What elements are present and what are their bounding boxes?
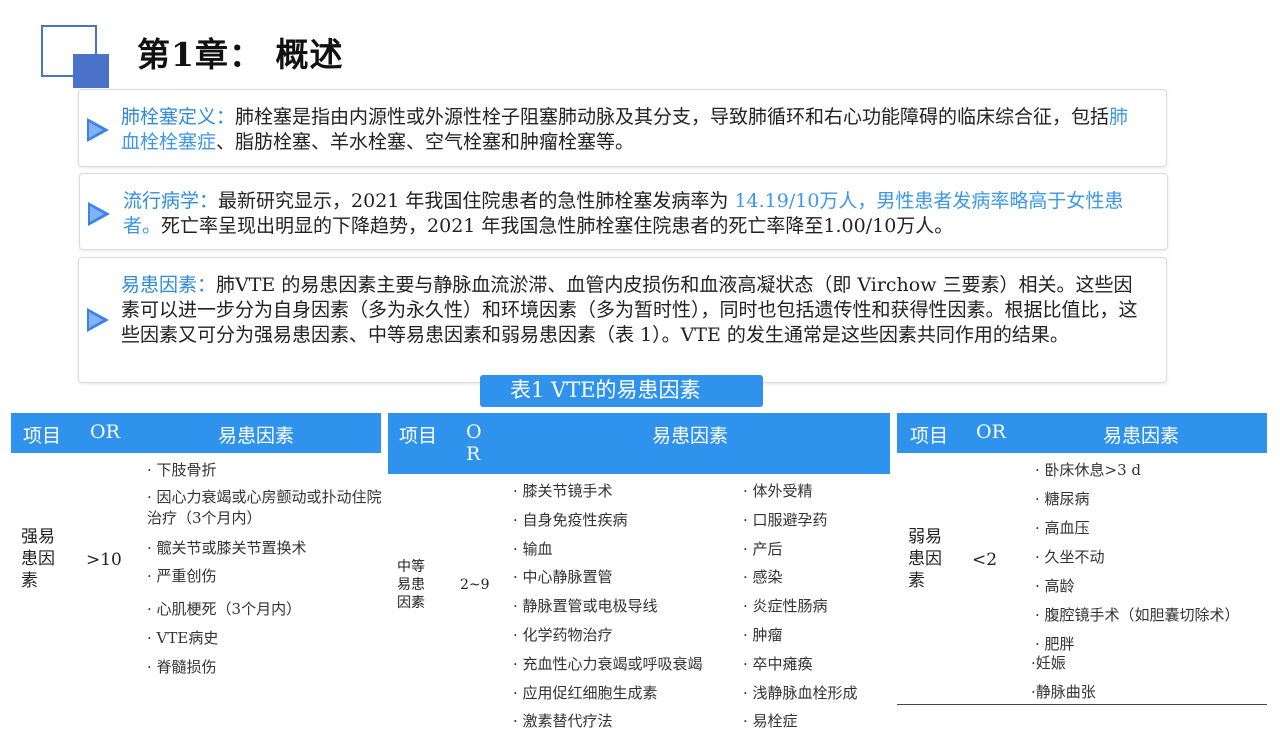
- epidemiology-text: 流行病学：最新研究显示，2021 年我国住院患者的急性肺栓塞发病率为 14.19…: [123, 190, 1124, 237]
- weak-or: <2: [972, 550, 998, 570]
- header-item: 项目: [23, 425, 62, 447]
- factor-item: · 心肌梗死（3个月内）: [147, 600, 302, 618]
- factor-item: · 体外受精: [743, 482, 813, 500]
- header-or: O R: [466, 421, 482, 465]
- factor-item: · 静脉置管或电极导线: [513, 597, 658, 615]
- table-bottom-line: [897, 704, 1267, 705]
- factor-item: · 髋关节或膝关节置换术: [147, 539, 307, 557]
- factor-item: · 卒中瘫痪: [743, 655, 813, 673]
- factor-item: · 高龄: [1035, 577, 1075, 595]
- factor-item: · 久坐不动: [1035, 548, 1105, 566]
- factor-item: · 充血性心力衰竭或呼吸衰竭: [513, 655, 703, 673]
- weak-category: 弱易患因素: [908, 527, 942, 591]
- header-factors: 易患因素: [652, 425, 729, 447]
- header-or: OR: [976, 421, 1006, 443]
- header-factors: 易患因素: [1103, 425, 1180, 447]
- factor-item: · 严重创伤: [147, 567, 217, 585]
- epidemiology-card: 流行病学：最新研究显示，2021 年我国住院患者的急性肺栓塞发病率为 14.19…: [79, 173, 1168, 250]
- factor-item: · 自身免疫性疾病: [513, 511, 628, 529]
- factor-item: · 炎症性肠病: [743, 597, 828, 615]
- header-item: 项目: [910, 425, 949, 447]
- factor-item: · 因心力衰竭或心房颤动或扑动住院治疗（3个月内）: [147, 488, 382, 527]
- factor-item: · 脊髓损伤: [147, 658, 217, 676]
- definition-card: 肺栓塞定义：肺栓塞是指由内源性或外源性栓子阻塞肺动脉及其分支，导致肺循环和右心功…: [78, 89, 1167, 167]
- factor-item: · 激素替代疗法: [513, 712, 613, 730]
- table-header-strong: 项目 OR 易患因素: [11, 413, 381, 453]
- risk-factors-text: 易患因素：肺VTE 的易患因素主要与静脉血流淤滞、血管内皮损伤和血液高凝状态（即…: [121, 274, 1138, 346]
- factor-item: · 浅静脉血栓形成: [743, 684, 858, 702]
- factor-item: · 输血: [513, 540, 553, 558]
- strong-category: 强易患因素: [21, 527, 55, 591]
- factor-item: · 中心静脉置管: [513, 568, 613, 586]
- factor-item: · 腹腔镜手术（如胆囊切除术）: [1035, 606, 1240, 624]
- header-item: 项目: [399, 425, 438, 447]
- factor-item: · 口服避孕药: [743, 511, 828, 529]
- factor-item: · 肥胖: [1035, 635, 1075, 653]
- definition-label: 肺栓塞定义：: [121, 106, 236, 128]
- factor-item: · 应用促红细胞生成素: [513, 684, 658, 702]
- risk-factors-card: 易患因素：肺VTE 的易患因素主要与静脉血流淤滞、血管内皮损伤和血液高凝状态（即…: [78, 257, 1167, 383]
- factor-item: · 卧床休息>3 d: [1035, 461, 1142, 479]
- logo-fill: [73, 54, 109, 88]
- play-icon: [87, 118, 109, 142]
- factor-item: · 产后: [743, 540, 783, 558]
- table-caption: 表1 VTE的易患因素: [480, 375, 763, 407]
- factor-item: · 肿瘤: [743, 626, 783, 644]
- header-or: OR: [90, 421, 120, 443]
- factor-item: · 糖尿病: [1035, 490, 1090, 508]
- factor-item: · 高血压: [1035, 519, 1090, 537]
- factor-item: · 膝关节镜手术: [513, 482, 613, 500]
- definition-text: 肺栓塞定义：肺栓塞是指由内源性或外源性栓子阻塞肺动脉及其分支，导致肺循环和右心功…: [121, 106, 1129, 153]
- page-title: 第1章： 概述: [137, 35, 344, 74]
- factor-item: · 化学药物治疗: [513, 626, 613, 644]
- factor-item: · 感染: [743, 568, 783, 586]
- play-icon: [88, 202, 110, 226]
- factor-item: ·静脉曲张: [1031, 683, 1096, 701]
- factor-item: ·妊娠: [1031, 654, 1066, 672]
- epidemiology-label: 流行病学：: [123, 190, 219, 212]
- risk-factors-label: 易患因素：: [121, 274, 217, 296]
- moderate-or: 2~9: [460, 577, 490, 593]
- play-icon: [87, 308, 109, 332]
- strong-or: >10: [86, 550, 122, 570]
- factor-item: · 下肢骨折: [147, 461, 217, 479]
- factor-item: · VTE病史: [147, 629, 219, 647]
- moderate-category: 中等易患因素: [397, 559, 425, 611]
- header-factors: 易患因素: [218, 425, 295, 447]
- table-header-moderate: 项目 O R 易患因素: [388, 413, 890, 474]
- table-header-weak: 项目 OR 易患因素: [897, 413, 1267, 453]
- factor-item: · 易栓症: [743, 712, 798, 730]
